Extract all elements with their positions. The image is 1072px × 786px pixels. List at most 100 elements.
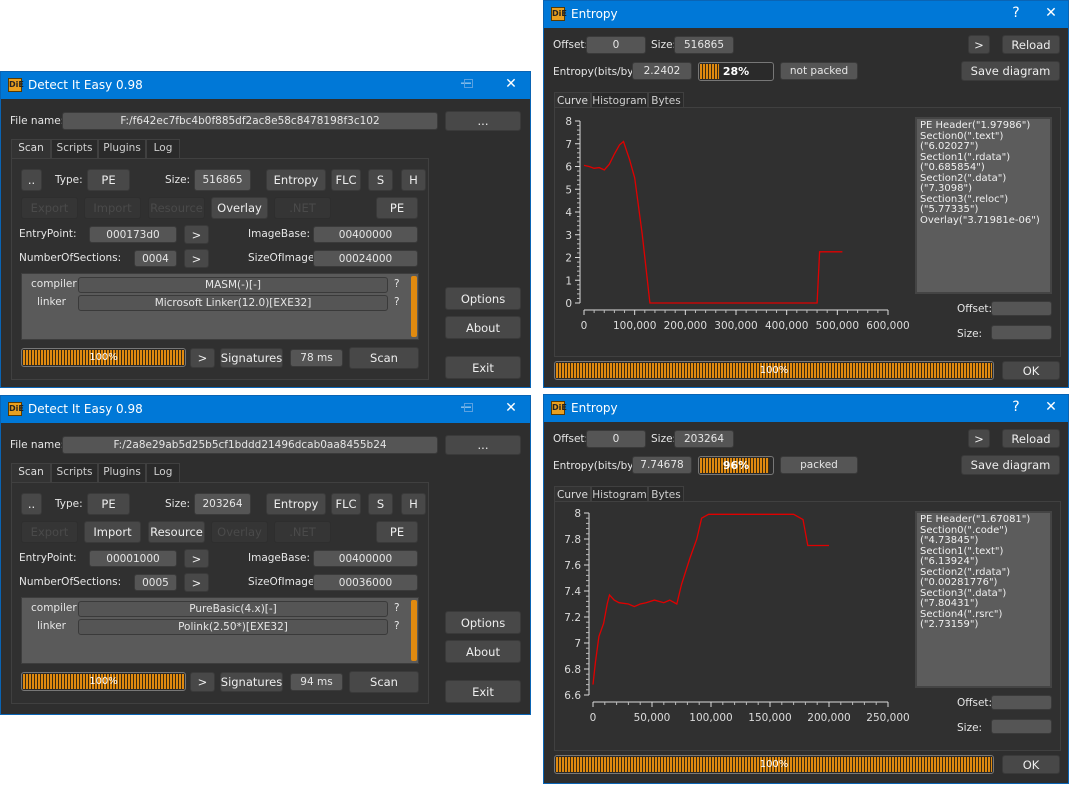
file-name-field[interactable]: F:/2a8e29ab5d25b5cf1bddd21496dcab0aa8455… [62, 436, 438, 454]
tab-scripts[interactable]: Scripts [51, 463, 98, 482]
result-help-button[interactable]: ? [394, 278, 400, 290]
overlay-button[interactable]: Overlay [211, 197, 268, 219]
tab-scan[interactable]: Scan [11, 139, 51, 158]
parent-dir-button[interactable]: .. [21, 493, 42, 515]
progress-text: 100% [759, 759, 789, 770]
selection-size-field[interactable] [991, 325, 1052, 340]
results-scrollbar[interactable] [411, 276, 417, 337]
sections-go-button[interactable]: > [184, 573, 209, 592]
entropy-button[interactable]: Entropy [266, 493, 326, 515]
section-item[interactable]: Section1(".rdata")("0.685854") [920, 152, 1047, 174]
result-name[interactable]: Polink(2.50*)[EXE32] [78, 619, 388, 635]
selection-offset-field[interactable] [991, 695, 1052, 710]
save-diagram-button[interactable]: Save diagram [961, 61, 1060, 81]
result-help-button[interactable]: ? [394, 620, 400, 632]
export-button: Export [21, 197, 78, 219]
result-name[interactable]: MASM(-)[-] [78, 277, 388, 293]
sections-go-button[interactable]: > [184, 249, 209, 268]
close-button[interactable]: ✕ [501, 400, 521, 416]
entry-point-go-button[interactable]: > [184, 549, 209, 568]
section-item[interactable]: Section2(".rdata")("0.00281776") [920, 567, 1047, 589]
entry-point-label: EntryPoint: [19, 552, 77, 564]
maximize-button[interactable] [458, 76, 478, 92]
reload-button[interactable]: Reload [1002, 429, 1060, 448]
type-label: Type: [55, 498, 83, 510]
section-item[interactable]: Section3(".data")("7.80431") [920, 588, 1047, 610]
sections-list[interactable]: PE Header("1.67081") Section0(".code")("4… [915, 511, 1052, 688]
close-button[interactable]: ✕ [1041, 399, 1061, 415]
tab-scan[interactable]: Scan [11, 463, 51, 482]
tab-scripts[interactable]: Scripts [51, 139, 98, 158]
type-select[interactable]: PE [87, 169, 130, 191]
about-button[interactable]: About [445, 316, 521, 339]
section-item[interactable]: Section0(".code")("4.73845") [920, 525, 1047, 547]
browse-button[interactable]: ... [445, 111, 521, 131]
h-button[interactable]: H [401, 493, 426, 515]
reload-button[interactable]: Reload [1002, 35, 1060, 54]
signatures-button[interactable]: Signatures [220, 672, 283, 692]
size-of-image-label: SizeOfImage: [248, 576, 318, 588]
exit-button[interactable]: Exit [445, 680, 521, 703]
import-button[interactable]: Import [84, 521, 141, 543]
help-button[interactable]: ? [1006, 5, 1026, 21]
options-button[interactable]: Options [445, 611, 521, 634]
entry-point-go-button[interactable]: > [184, 225, 209, 244]
ok-button[interactable]: OK [1002, 361, 1060, 380]
type-select[interactable]: PE [87, 493, 130, 515]
about-button[interactable]: About [445, 640, 521, 663]
tab-log[interactable]: Log [146, 463, 180, 482]
next-button[interactable]: > [968, 429, 990, 448]
section-item[interactable]: Section0(".text")("6.02027") [920, 131, 1047, 153]
scan-details-button[interactable]: > [190, 348, 215, 368]
results-list: compiler MASM(-)[-]? linker Microsoft Linke… [21, 273, 419, 340]
maximize-button[interactable] [458, 400, 478, 416]
ok-button[interactable]: OK [1002, 755, 1060, 774]
tab-log[interactable]: Log [146, 139, 180, 158]
entropy-button[interactable]: Entropy [266, 169, 326, 191]
help-button[interactable]: ? [1006, 399, 1026, 415]
save-diagram-button[interactable]: Save diagram [961, 455, 1060, 475]
section-item[interactable]: Overlay("3.71981e-06") [920, 215, 1047, 227]
section-item[interactable]: Section3(".reloc")("5.77335") [920, 194, 1047, 216]
tab-plugins[interactable]: Plugins [98, 463, 146, 482]
close-button[interactable]: ✕ [501, 76, 521, 92]
result-name[interactable]: PureBasic(4.x)[-] [78, 601, 388, 617]
selection-offset-field[interactable] [991, 301, 1052, 316]
s-button[interactable]: S [368, 169, 393, 191]
file-name-field[interactable]: F:/f642ec7fbc4b0f885df2ac8e58c8478198f3c… [62, 112, 438, 130]
size-of-image-field: 00024000 [313, 250, 418, 267]
sections-list[interactable]: PE Header("1.97986") Section0(".text")("6… [915, 117, 1052, 294]
s-button[interactable]: S [368, 493, 393, 515]
result-type: linker [37, 296, 66, 308]
selection-size-field[interactable] [991, 719, 1052, 734]
section-item[interactable]: Section2(".data")("7.3098") [920, 173, 1047, 195]
result-help-button[interactable]: ? [394, 296, 400, 308]
section-item[interactable]: Section4(".rsrc")("2.73159") [920, 609, 1047, 631]
close-button[interactable]: ✕ [1041, 5, 1061, 21]
pe-button[interactable]: PE [376, 197, 418, 219]
flc-button[interactable]: FLC [331, 493, 361, 515]
flc-button[interactable]: FLC [331, 169, 361, 191]
next-button[interactable]: > [968, 35, 990, 54]
section-item[interactable]: PE Header("1.67081") [920, 514, 1047, 526]
tab-plugins[interactable]: Plugins [98, 139, 146, 158]
scan-details-button[interactable]: > [190, 672, 215, 692]
h-button[interactable]: H [401, 169, 426, 191]
size-field: 203264 [194, 493, 251, 515]
scan-button[interactable]: Scan [349, 347, 419, 369]
result-type: compiler [31, 278, 77, 290]
parent-dir-button[interactable]: .. [21, 169, 42, 191]
pe-button[interactable]: PE [376, 521, 418, 543]
result-help-button[interactable]: ? [394, 602, 400, 614]
window-title: Detect It Easy 0.98 [28, 402, 143, 416]
scan-button[interactable]: Scan [349, 671, 419, 693]
exit-button[interactable]: Exit [445, 356, 521, 379]
resource-button[interactable]: Resource [148, 521, 205, 543]
browse-button[interactable]: ... [445, 435, 521, 455]
section-item[interactable]: PE Header("1.97986") [920, 120, 1047, 132]
result-name[interactable]: Microsoft Linker(12.0)[EXE32] [78, 295, 388, 311]
results-scrollbar[interactable] [411, 600, 417, 661]
signatures-button[interactable]: Signatures [220, 348, 283, 368]
options-button[interactable]: Options [445, 287, 521, 310]
section-item[interactable]: Section1(".text")("6.13924") [920, 546, 1047, 568]
